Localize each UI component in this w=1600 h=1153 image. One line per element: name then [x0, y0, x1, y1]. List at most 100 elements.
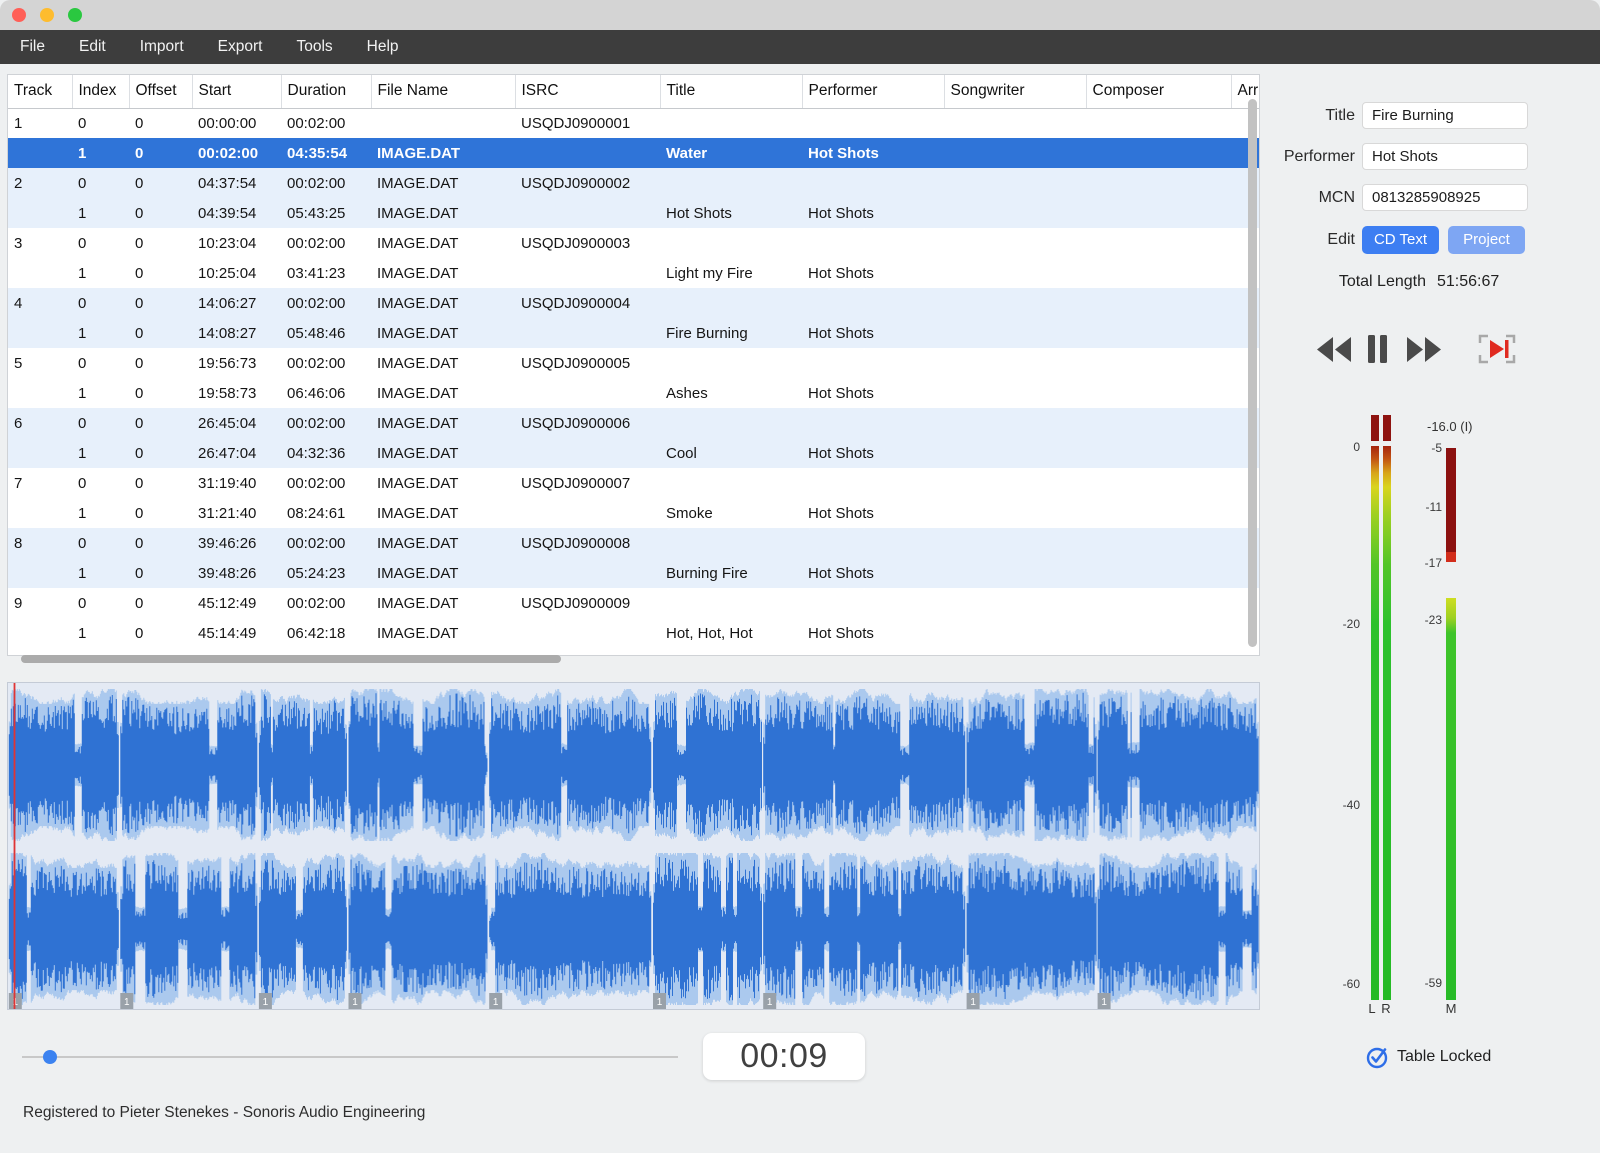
cell-file-name[interactable]: IMAGE.DAT: [371, 198, 515, 228]
cell-start[interactable]: 26:47:04: [192, 438, 281, 468]
table-row[interactable]: 1039:48:2605:24:23IMAGE.DATBurning FireH…: [8, 558, 1260, 588]
cell-composer[interactable]: [1086, 378, 1231, 408]
column-header-offset[interactable]: Offset: [129, 75, 192, 108]
cell-start[interactable]: 04:37:54: [192, 168, 281, 198]
cell-file-name[interactable]: IMAGE.DAT: [371, 528, 515, 558]
cell-title[interactable]: Burning Fire: [660, 558, 802, 588]
cell-offset[interactable]: 0: [129, 558, 192, 588]
table-row[interactable]: 20004:37:5400:02:00IMAGE.DATUSQDJ0900002: [8, 168, 1260, 198]
column-header-file-name[interactable]: File Name: [371, 75, 515, 108]
cell-index[interactable]: 1: [72, 198, 129, 228]
cell-start[interactable]: 45:14:49: [192, 618, 281, 648]
cell-start[interactable]: 19:56:73: [192, 348, 281, 378]
menu-tools[interactable]: Tools: [296, 38, 332, 56]
cell-songwriter[interactable]: [944, 198, 1086, 228]
table-row[interactable]: 1026:47:0404:32:36IMAGE.DATCoolHot Shots: [8, 438, 1260, 468]
cell-start[interactable]: 39:48:26: [192, 558, 281, 588]
cell-offset[interactable]: 0: [129, 588, 192, 618]
cell-offset[interactable]: 0: [129, 378, 192, 408]
cell-composer[interactable]: [1086, 588, 1231, 618]
cell-track[interactable]: [8, 138, 72, 168]
cell-composer[interactable]: [1086, 618, 1231, 648]
cell-duration[interactable]: 00:02:00: [281, 528, 371, 558]
table-row[interactable]: 50019:56:7300:02:00IMAGE.DATUSQDJ0900005: [8, 348, 1260, 378]
table-row[interactable]: 10000:00:0000:02:00USQDJ0900001: [8, 108, 1260, 138]
cell-composer[interactable]: [1086, 168, 1231, 198]
cell-offset[interactable]: 0: [129, 438, 192, 468]
cell-track[interactable]: 9: [8, 588, 72, 618]
close-button[interactable]: [12, 8, 26, 22]
cell-track[interactable]: [8, 318, 72, 348]
cell-file-name[interactable]: [371, 108, 515, 138]
cell-title[interactable]: [660, 168, 802, 198]
cell-offset[interactable]: 0: [129, 258, 192, 288]
cell-index[interactable]: 0: [72, 528, 129, 558]
cell-file-name[interactable]: IMAGE.DAT: [371, 468, 515, 498]
cell-isrc[interactable]: [515, 618, 660, 648]
cell-file-name[interactable]: IMAGE.DAT: [371, 258, 515, 288]
table-row[interactable]: 90045:12:4900:02:00IMAGE.DATUSQDJ0900009: [8, 588, 1260, 618]
cell-composer[interactable]: [1086, 228, 1231, 258]
cell-title[interactable]: [660, 348, 802, 378]
cell-composer[interactable]: [1086, 108, 1231, 138]
cell-offset[interactable]: 0: [129, 498, 192, 528]
pause-button[interactable]: [1367, 334, 1388, 364]
cell-track[interactable]: 3: [8, 228, 72, 258]
cell-songwriter[interactable]: [944, 108, 1086, 138]
cell-performer[interactable]: Hot Shots: [802, 438, 944, 468]
cell-offset[interactable]: 0: [129, 198, 192, 228]
project-button[interactable]: Project: [1448, 226, 1525, 254]
cell-duration[interactable]: 05:24:23: [281, 558, 371, 588]
cd-text-button[interactable]: CD Text: [1362, 226, 1439, 254]
cell-title[interactable]: [660, 528, 802, 558]
cell-start[interactable]: 14:06:27: [192, 288, 281, 318]
cell-duration[interactable]: 08:24:61: [281, 498, 371, 528]
waveform-display[interactable]: 111111111: [8, 683, 1259, 1009]
cell-track[interactable]: 2: [8, 168, 72, 198]
cell-isrc[interactable]: [515, 558, 660, 588]
cell-performer[interactable]: [802, 348, 944, 378]
cell-songwriter[interactable]: [944, 438, 1086, 468]
cell-duration[interactable]: 06:46:06: [281, 378, 371, 408]
cell-start[interactable]: 45:12:49: [192, 588, 281, 618]
cell-track[interactable]: 5: [8, 348, 72, 378]
rewind-button[interactable]: [1316, 336, 1352, 363]
cell-duration[interactable]: 00:02:00: [281, 228, 371, 258]
cell-composer[interactable]: [1086, 468, 1231, 498]
zoom-button[interactable]: [68, 8, 82, 22]
cell-composer[interactable]: [1086, 138, 1231, 168]
track-marker[interactable]: 1: [1098, 993, 1111, 1009]
cell-index[interactable]: 0: [72, 408, 129, 438]
cell-songwriter[interactable]: [944, 348, 1086, 378]
cell-performer[interactable]: [802, 108, 944, 138]
cell-track[interactable]: [8, 438, 72, 468]
cell-performer[interactable]: Hot Shots: [802, 258, 944, 288]
seek-slider[interactable]: [22, 1056, 678, 1058]
cell-offset[interactable]: 0: [129, 408, 192, 438]
cell-offset[interactable]: 0: [129, 348, 192, 378]
cell-index[interactable]: 0: [72, 468, 129, 498]
column-header-duration[interactable]: Duration: [281, 75, 371, 108]
cell-track[interactable]: [8, 618, 72, 648]
cell-track[interactable]: [8, 498, 72, 528]
cell-offset[interactable]: 0: [129, 108, 192, 138]
table-row[interactable]: 30010:23:0400:02:00IMAGE.DATUSQDJ0900003: [8, 228, 1260, 258]
cell-index[interactable]: 0: [72, 588, 129, 618]
cell-duration[interactable]: 05:43:25: [281, 198, 371, 228]
cell-duration[interactable]: 00:02:00: [281, 588, 371, 618]
table-row[interactable]: 70031:19:4000:02:00IMAGE.DATUSQDJ0900007: [8, 468, 1260, 498]
cell-track[interactable]: [8, 558, 72, 588]
cell-start[interactable]: 31:19:40: [192, 468, 281, 498]
cell-songwriter[interactable]: [944, 468, 1086, 498]
menu-edit[interactable]: Edit: [79, 38, 106, 56]
track-marker[interactable]: 1: [653, 993, 666, 1009]
minimize-button[interactable]: [40, 8, 54, 22]
cell-title[interactable]: [660, 408, 802, 438]
column-header-songwriter[interactable]: Songwriter: [944, 75, 1086, 108]
cell-composer[interactable]: [1086, 558, 1231, 588]
menu-help[interactable]: Help: [367, 38, 399, 56]
cell-start[interactable]: 10:25:04: [192, 258, 281, 288]
cell-start[interactable]: 10:23:04: [192, 228, 281, 258]
cell-file-name[interactable]: IMAGE.DAT: [371, 588, 515, 618]
cell-offset[interactable]: 0: [129, 318, 192, 348]
